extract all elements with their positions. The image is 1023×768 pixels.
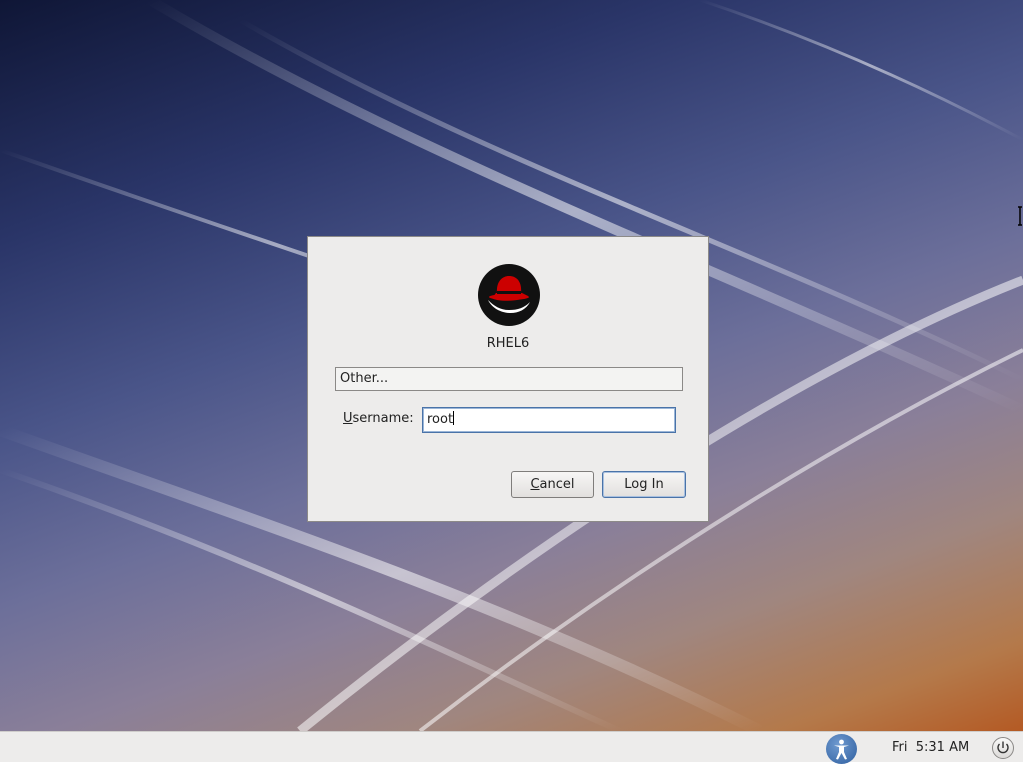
- username-mnemonic: U: [343, 411, 353, 426]
- clock[interactable]: Fri 5:31 AM: [892, 740, 969, 755]
- bottom-panel: Fri 5:31 AM: [0, 731, 1023, 764]
- cancel-button[interactable]: Cancel: [511, 471, 594, 498]
- username-label: Username:: [343, 411, 414, 426]
- login-button[interactable]: Log In: [602, 471, 686, 498]
- username-label-text: sername:: [352, 411, 414, 426]
- redhat-shadowman-icon: [478, 264, 540, 326]
- accessibility-figure-icon: [834, 739, 849, 760]
- text-cursor-icon: [1018, 206, 1022, 226]
- power-icon[interactable]: [992, 737, 1014, 759]
- cancel-mnemonic: C: [530, 477, 540, 492]
- desktop-background: RHEL6 Other... Username: root Cancel Log…: [0, 0, 1023, 731]
- login-label: Log In: [624, 477, 664, 492]
- text-caret: [453, 411, 455, 425]
- cancel-label: ancel: [539, 477, 575, 492]
- accessibility-icon[interactable]: [826, 734, 857, 764]
- user-list-item-other[interactable]: Other...: [340, 371, 388, 386]
- power-symbol-icon: [997, 741, 1009, 754]
- username-value: root: [427, 412, 454, 427]
- login-dialog: RHEL6 Other... Username: root Cancel Log…: [307, 236, 709, 522]
- hostname-label: RHEL6: [486, 336, 530, 351]
- user-list-selector[interactable]: Other...: [335, 367, 683, 391]
- username-input[interactable]: root: [422, 407, 676, 433]
